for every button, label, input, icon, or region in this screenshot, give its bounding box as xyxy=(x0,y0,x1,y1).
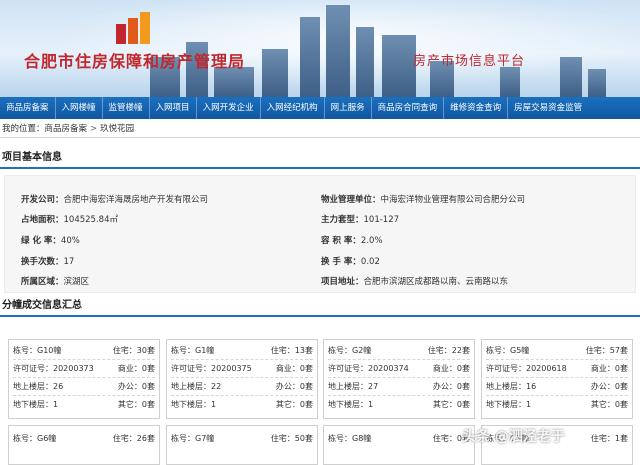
watermark: 头条 @泗泾老于 xyxy=(462,429,565,445)
building-graphic xyxy=(356,27,374,97)
nav-item-spfba[interactable]: 商品房备案 xyxy=(0,97,56,119)
building-card-g2[interactable]: 栋号：G2幢 住宅：22套 许可证号：20200374 商业：0套 地上楼层：27 办… xyxy=(323,339,475,419)
nav-item-wxzj[interactable]: 维修资金查询 xyxy=(444,97,509,119)
site-subtitle: 房产市场信息平台 xyxy=(413,54,526,69)
info-plot-ratio: 容 积 率：2.0% xyxy=(321,236,383,246)
nav-item-jyzj[interactable]: 房屋交易资金监管 xyxy=(508,97,588,119)
nav-item-rwjjjg[interactable]: 入网经纪机构 xyxy=(261,97,325,119)
building-card-g5[interactable]: 栋号：G5幢 住宅：57套 许可证号：20200618 商业：0套 地上楼层：16 办… xyxy=(481,339,633,419)
project-info-heading: 项目基本信息 xyxy=(0,147,640,169)
building-graphic xyxy=(326,5,350,97)
building-card-g7[interactable]: 栋号：G7幢 住宅：50套 xyxy=(166,425,318,465)
nav-item-htcx[interactable]: 商品房合同查询 xyxy=(372,97,445,119)
building-graphic xyxy=(588,69,606,97)
info-turnover-rate: 换 手 率：0.02 xyxy=(321,257,380,267)
building-graphic xyxy=(500,67,520,97)
info-property-manager: 物业管理单位：中海宏洋物业管理有限公司合肥分公司 xyxy=(321,195,526,205)
nav-item-jgld[interactable]: 监管楼幢 xyxy=(103,97,150,119)
nav-item-rwxm[interactable]: 入网项目 xyxy=(150,97,197,119)
project-info-panel: 开发公司：合肥中海宏洋海晟房地产开发有限公司 占地面积：104525.84㎡ 绿… xyxy=(4,175,636,293)
site-title: 合肥市住房保障和房产管理局 xyxy=(24,52,246,71)
info-turnover-count: 换手次数：17 xyxy=(21,257,75,267)
breadcrumb-link[interactable]: 商品房备案 xyxy=(45,124,88,134)
bureau-logo-icon xyxy=(116,12,150,44)
building-graphic xyxy=(300,17,320,97)
building-card-g1[interactable]: 栋号：G1幢 住宅：13套 许可证号：20200375 商业：0套 地上楼层：22 办… xyxy=(166,339,318,419)
nav-item-rwkfqy[interactable]: 入网开发企业 xyxy=(197,97,261,119)
building-summary-heading: 分幢成交信息汇总 xyxy=(0,295,640,317)
building-graphic xyxy=(560,57,582,97)
breadcrumb: 我的位置：商品房备案 > 玖悦花园 xyxy=(0,120,640,138)
header-banner: 合肥市住房保障和房产管理局 房产市场信息平台 xyxy=(0,0,640,97)
building-card-g6[interactable]: 栋号：G6幢 住宅：26套 xyxy=(8,425,160,465)
breadcrumb-prefix: 我的位置： xyxy=(2,124,45,134)
info-district: 所属区域：滨湖区 xyxy=(21,277,90,287)
info-developer: 开发公司：合肥中海宏洋海晟房地产开发有限公司 xyxy=(21,195,209,205)
info-land-area: 占地面积：104525.84㎡ xyxy=(21,215,118,225)
building-card-g10[interactable]: 栋号：G10幢 住宅：30套 许可证号：20200373 商业：0套 地上楼层：26… xyxy=(8,339,160,419)
info-address: 项目地址：合肥市滨湖区成都路以南、云南路以东 xyxy=(321,277,509,287)
breadcrumb-current: 玖悦花园 xyxy=(100,124,135,134)
building-graphic xyxy=(262,49,288,97)
building-graphic xyxy=(382,35,416,97)
info-green-rate: 绿 化 率：40% xyxy=(21,236,80,246)
building-card-g8[interactable]: 栋号：G8幢 住宅：0套 xyxy=(323,425,475,465)
main-nav: 商品房备案 入网楼幢 监管楼幢 入网项目 入网开发企业 入网经纪机构 网上服务 … xyxy=(0,97,640,119)
breadcrumb-separator: > xyxy=(90,124,98,134)
nav-item-rwld[interactable]: 入网楼幢 xyxy=(56,97,103,119)
info-main-unit: 主力套型：101-127 xyxy=(321,215,400,225)
nav-item-wsfw[interactable]: 网上服务 xyxy=(325,97,372,119)
